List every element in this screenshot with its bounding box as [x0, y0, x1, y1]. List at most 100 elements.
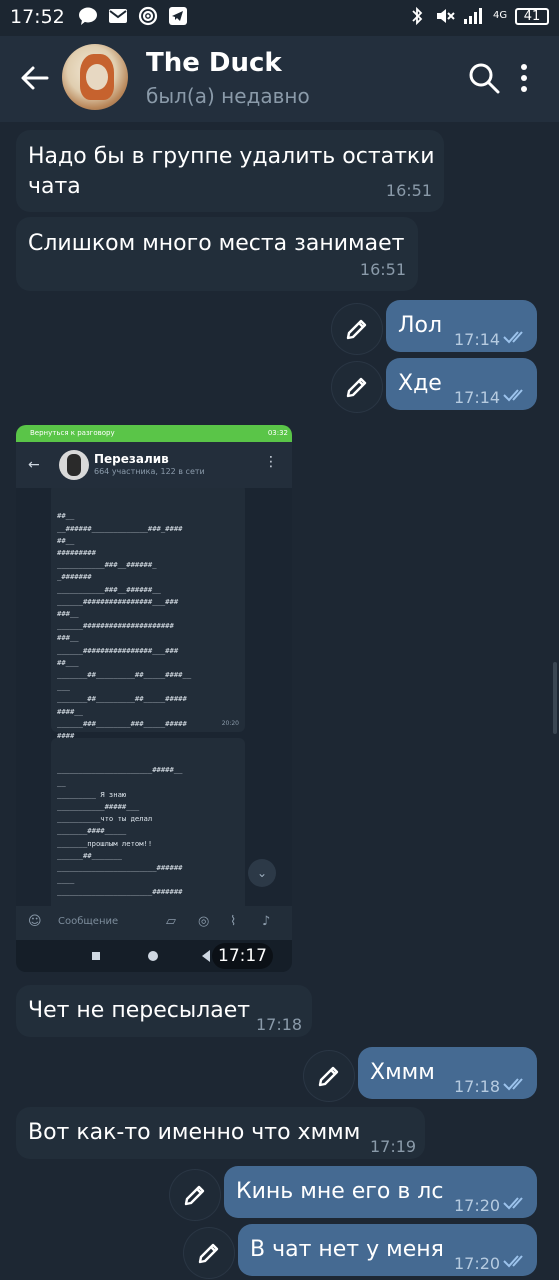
image-message[interactable]: Вернуться к разговору 03:32 ← Перезалив … [16, 425, 292, 972]
ascii-art-line: ###__ [57, 633, 79, 643]
ascii-art-line: ___________###__######__ [57, 584, 161, 594]
message-text: Лол [398, 313, 443, 338]
search-icon[interactable] [468, 61, 500, 95]
edit-button[interactable] [304, 1051, 354, 1101]
edit-button[interactable] [332, 362, 382, 412]
ascii-art-message: ______________________#####__ __ _________… [51, 738, 245, 906]
pencil-icon [198, 1243, 219, 1264]
ascii-art-line: __________что ты делал [57, 814, 153, 824]
read-checks-icon [503, 389, 523, 402]
message-time: 17:18 [454, 1077, 501, 1096]
status-bar: 17:52 4G 41 [0, 0, 559, 36]
message-text: Чет не пересылает [28, 998, 251, 1023]
ascii-art-line: ____ [57, 899, 75, 906]
group-avatar [59, 450, 89, 480]
back-arrow-icon[interactable] [18, 61, 52, 95]
ascii-art-line: ####__ [57, 706, 83, 716]
message-time: 17:19 [370, 1137, 417, 1156]
mute-icon [437, 9, 455, 23]
message-time: 17:20 [454, 1196, 501, 1215]
attach-icon: ⌇ [230, 914, 237, 929]
chat-header: The Duck был(а) недавно [0, 36, 559, 122]
edit-button[interactable] [332, 304, 382, 354]
ascii-art-line: __ [57, 777, 66, 787]
ascii-art-line: ###__ [57, 609, 79, 619]
ascii-art-line: __######_____________###_#### [57, 523, 183, 533]
scroll-down-icon: ⌄ [248, 859, 276, 887]
ascii-art-line: ##___ [57, 657, 79, 667]
message-incoming[interactable]: Надо бы в группе удалить остатки чата 16… [16, 130, 444, 212]
pencil-icon [184, 1185, 205, 1206]
ascii-art-line: ______##_______ [57, 850, 122, 860]
message-outgoing[interactable]: Хммм 17:18 [358, 1047, 537, 1099]
ascii-art-line: ___________###__######_ [57, 560, 157, 570]
network-type: 4G [493, 10, 508, 21]
call-bar-text: Вернуться к разговору [30, 429, 115, 437]
recents-nav-icon [92, 952, 100, 960]
ascii-art-line: _______####_____ [57, 826, 127, 836]
message-time: 17:14 [454, 330, 501, 349]
ascii-art-line: ##__ [57, 535, 75, 545]
signal-icon [464, 8, 482, 24]
edit-button[interactable] [184, 1228, 234, 1278]
embedded-header: ← Перезалив 664 участника, 122 в сети ⋮ [16, 442, 292, 488]
edit-button[interactable] [170, 1170, 220, 1220]
message-text: В чат нет у меня [250, 1237, 444, 1262]
message-outgoing[interactable]: Лол 17:14 [386, 300, 537, 352]
message-time: 20:20 [221, 719, 239, 727]
ascii-art-lines: ##__ __######_____________###_#### ##__ ###… [57, 510, 239, 742]
battery-level: 41 [523, 8, 541, 24]
message-text: Вот как-то именно что хммм [28, 1120, 361, 1145]
ascii-art-line: ______________________####### [57, 887, 183, 897]
message-time: 17:17 [212, 943, 273, 969]
ascii-art-line: _______##_________##_____####__ [57, 670, 192, 680]
message-outgoing[interactable]: В чат нет у меня 17:20 [238, 1224, 537, 1276]
message-time: 16:51 [359, 260, 406, 279]
embedded-chat: ##__ __######_____________###_#### ##__ ###… [16, 488, 292, 906]
ascii-art-line: _______##_________##_____##### [57, 694, 187, 704]
avatar[interactable] [62, 44, 128, 110]
bluetooth-icon [412, 6, 423, 26]
embedded-nav-bar: 17:17 [16, 940, 292, 972]
emoji-icon: ☺ [28, 914, 42, 929]
input-placeholder: Сообщение [58, 916, 119, 927]
read-checks-icon [503, 1078, 523, 1091]
more-vertical-icon[interactable] [518, 61, 530, 95]
message-outgoing[interactable]: Хде 17:14 [386, 358, 537, 410]
ascii-art-line: ___ [57, 682, 70, 692]
message-outgoing[interactable]: Кинь мне его в лс 17:20 [224, 1166, 537, 1218]
ascii-art-line: ######### [57, 548, 96, 558]
embedded-input: ☺ Сообщение ▱ ◎ ⌇ ♪ [16, 906, 292, 940]
ascii-art-line: _####### [57, 572, 92, 582]
message-text: Надо бы в группе удалить остатки [28, 144, 435, 169]
mail-icon [109, 9, 127, 23]
ascii-art-line: ______################___### [57, 645, 179, 655]
ascii-art-line: ______###________###_____##### [57, 718, 187, 728]
command-icon: ▱ [166, 914, 176, 929]
message-incoming[interactable]: Слишком много места занимает 16:51 [16, 217, 418, 291]
message-text: Хде [398, 371, 442, 396]
pencil-icon [318, 1066, 339, 1087]
ascii-art-line: ______################___### [57, 596, 179, 606]
chat-bubble-icon [79, 7, 97, 25]
back-nav-icon [202, 950, 210, 962]
message-text: чата [28, 174, 81, 199]
chat-title[interactable]: The Duck [146, 48, 282, 78]
scrollbar[interactable] [553, 662, 557, 734]
ascii-art-line: _______________________###### [57, 863, 183, 873]
call-bar-time: 03:32 [267, 429, 288, 437]
read-checks-icon [503, 1197, 523, 1210]
message-text: Слишком много места занимает [28, 231, 405, 256]
message-text: Кинь мне его в лс [236, 1179, 444, 1204]
more-vertical-icon: ⋮ [264, 454, 278, 470]
message-incoming[interactable]: Чет не пересылает 17:18 [16, 985, 312, 1037]
pencil-icon [346, 377, 367, 398]
telegram-icon [169, 7, 187, 25]
message-incoming[interactable]: Вот как-то именно что хммм 17:19 [16, 1107, 425, 1159]
podcast-icon [138, 6, 158, 26]
message-time: 17:18 [256, 1015, 303, 1034]
ascii-art-line: ____ [57, 875, 75, 885]
home-nav-icon [148, 951, 158, 961]
ascii-art-line: _________ Я знаю [57, 789, 127, 799]
ascii-art-line: ___________#####___ [57, 802, 140, 812]
